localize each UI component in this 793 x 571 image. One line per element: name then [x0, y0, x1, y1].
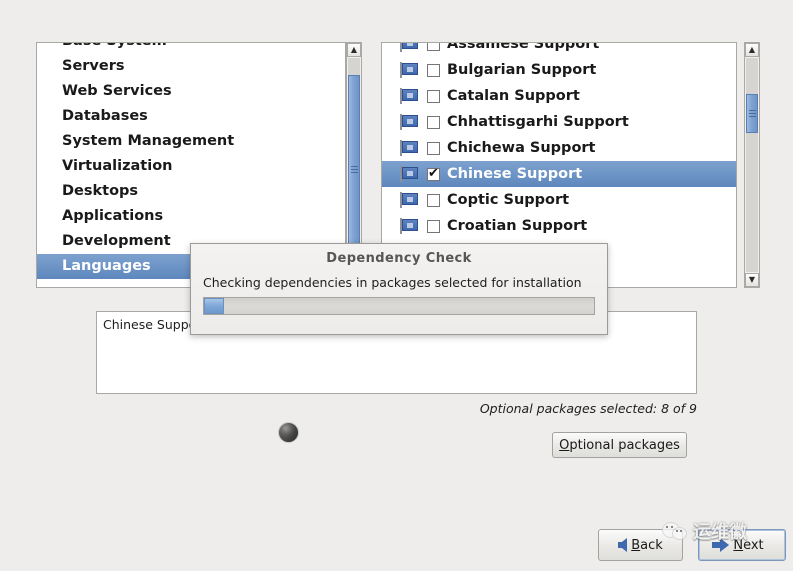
grip-icon — [748, 108, 756, 119]
package-list-row[interactable]: Chichewa Support — [382, 135, 736, 161]
package-group-item-label: Languages — [62, 258, 151, 274]
package-group-item[interactable]: Applications — [37, 204, 345, 229]
back-button[interactable]: Back — [598, 529, 683, 561]
package-group-item[interactable]: Servers — [37, 54, 345, 79]
package-group-item-label: Databases — [62, 108, 148, 124]
package-label: Coptic Support — [447, 192, 570, 208]
package-label: Chhattisgarhi Support — [447, 114, 629, 130]
dependency-dialog-title: Dependency Check — [326, 251, 472, 266]
package-group-item[interactable]: Virtualization — [37, 154, 345, 179]
dependency-dialog-message: Checking dependencies in packages select… — [203, 275, 582, 290]
package-list-items: Assamese Support Bulgarian Support Catalan… — [382, 42, 736, 265]
package-label: Chinese Support — [447, 166, 583, 182]
dependency-check-dialog: Dependency Check Checking dependencies i… — [190, 243, 608, 335]
scroll-up-icon[interactable]: ▲ — [745, 43, 759, 57]
package-group-item[interactable]: System Management — [37, 129, 345, 154]
back-button-mnemonic: B — [631, 537, 641, 553]
next-button[interactable]: Next — [698, 529, 786, 561]
package-checkbox[interactable] — [427, 141, 440, 155]
scroll-up-icon[interactable]: ▲ — [347, 43, 361, 57]
flag-icon — [400, 43, 419, 52]
package-label: Bulgarian Support — [447, 62, 597, 78]
package-group-item-label: Servers — [62, 58, 125, 74]
package-checkbox[interactable] — [427, 193, 440, 207]
optional-packages-button-mnemonic: O — [559, 437, 570, 453]
package-label: Croatian Support — [447, 218, 588, 234]
scrollbar-thumb[interactable] — [746, 94, 758, 133]
arrow-left-icon — [618, 538, 628, 552]
scrollbar-thumb[interactable] — [348, 75, 360, 264]
optional-packages-status: Optional packages selected: 8 of 9 — [479, 401, 697, 416]
flag-icon — [400, 218, 419, 234]
scrollbar-track[interactable] — [348, 58, 360, 272]
package-label: Chichewa Support — [447, 140, 596, 156]
package-checkbox[interactable] — [427, 219, 440, 233]
package-group-item[interactable]: Base System — [37, 43, 345, 54]
arrow-right-icon — [712, 538, 730, 552]
dependency-progress-chunk — [204, 298, 224, 314]
flag-icon — [400, 166, 419, 182]
next-button-mnemonic: N — [733, 537, 744, 553]
flag-icon — [400, 62, 419, 78]
package-group-item-label: Applications — [62, 208, 164, 224]
grip-icon — [350, 164, 358, 175]
scrollbar-track[interactable] — [746, 58, 758, 272]
package-checkbox[interactable] — [427, 89, 440, 103]
flag-icon — [400, 192, 419, 208]
busy-throbber-icon — [278, 422, 299, 443]
package-group-item-label: Virtualization — [62, 158, 173, 174]
package-label: Catalan Support — [447, 88, 580, 104]
package-group-item[interactable]: Databases — [37, 104, 345, 129]
next-button-label: ext — [743, 537, 764, 553]
optional-packages-button-label: ptional packages — [569, 437, 680, 453]
package-checkbox[interactable] — [427, 63, 440, 77]
package-group-item[interactable]: Web Services — [37, 79, 345, 104]
package-list-scrollbar[interactable]: ▲ ▼ — [744, 42, 760, 288]
dependency-progress-bar — [203, 297, 595, 315]
package-group-item-label: Development — [62, 233, 171, 249]
package-group-item-label: Web Services — [62, 83, 172, 99]
package-list-row[interactable]: Coptic Support — [382, 187, 736, 213]
package-list-row[interactable]: Chinese Support — [382, 161, 736, 187]
flag-icon — [400, 140, 419, 156]
package-label: Assamese Support — [447, 42, 600, 52]
package-list-row[interactable]: Croatian Support — [382, 213, 736, 239]
package-group-item-label: Desktops — [62, 183, 139, 199]
flag-icon — [400, 114, 419, 130]
package-group-item-label: Base System — [62, 43, 167, 49]
scroll-down-icon[interactable]: ▼ — [745, 273, 759, 287]
optional-packages-button[interactable]: Optional packages — [552, 432, 687, 458]
package-list-row[interactable]: Bulgarian Support — [382, 57, 736, 83]
package-group-item[interactable]: Desktops — [37, 179, 345, 204]
back-button-label: ack — [640, 537, 663, 553]
package-checkbox[interactable] — [427, 166, 440, 181]
package-list-row[interactable]: Catalan Support — [382, 83, 736, 109]
flag-icon — [400, 88, 419, 104]
package-checkbox[interactable] — [427, 115, 440, 129]
package-group-item-label: System Management — [62, 133, 235, 149]
package-checkbox[interactable] — [427, 43, 440, 51]
package-list-row[interactable]: Chhattisgarhi Support — [382, 109, 736, 135]
package-list-row[interactable]: Assamese Support — [382, 42, 736, 57]
